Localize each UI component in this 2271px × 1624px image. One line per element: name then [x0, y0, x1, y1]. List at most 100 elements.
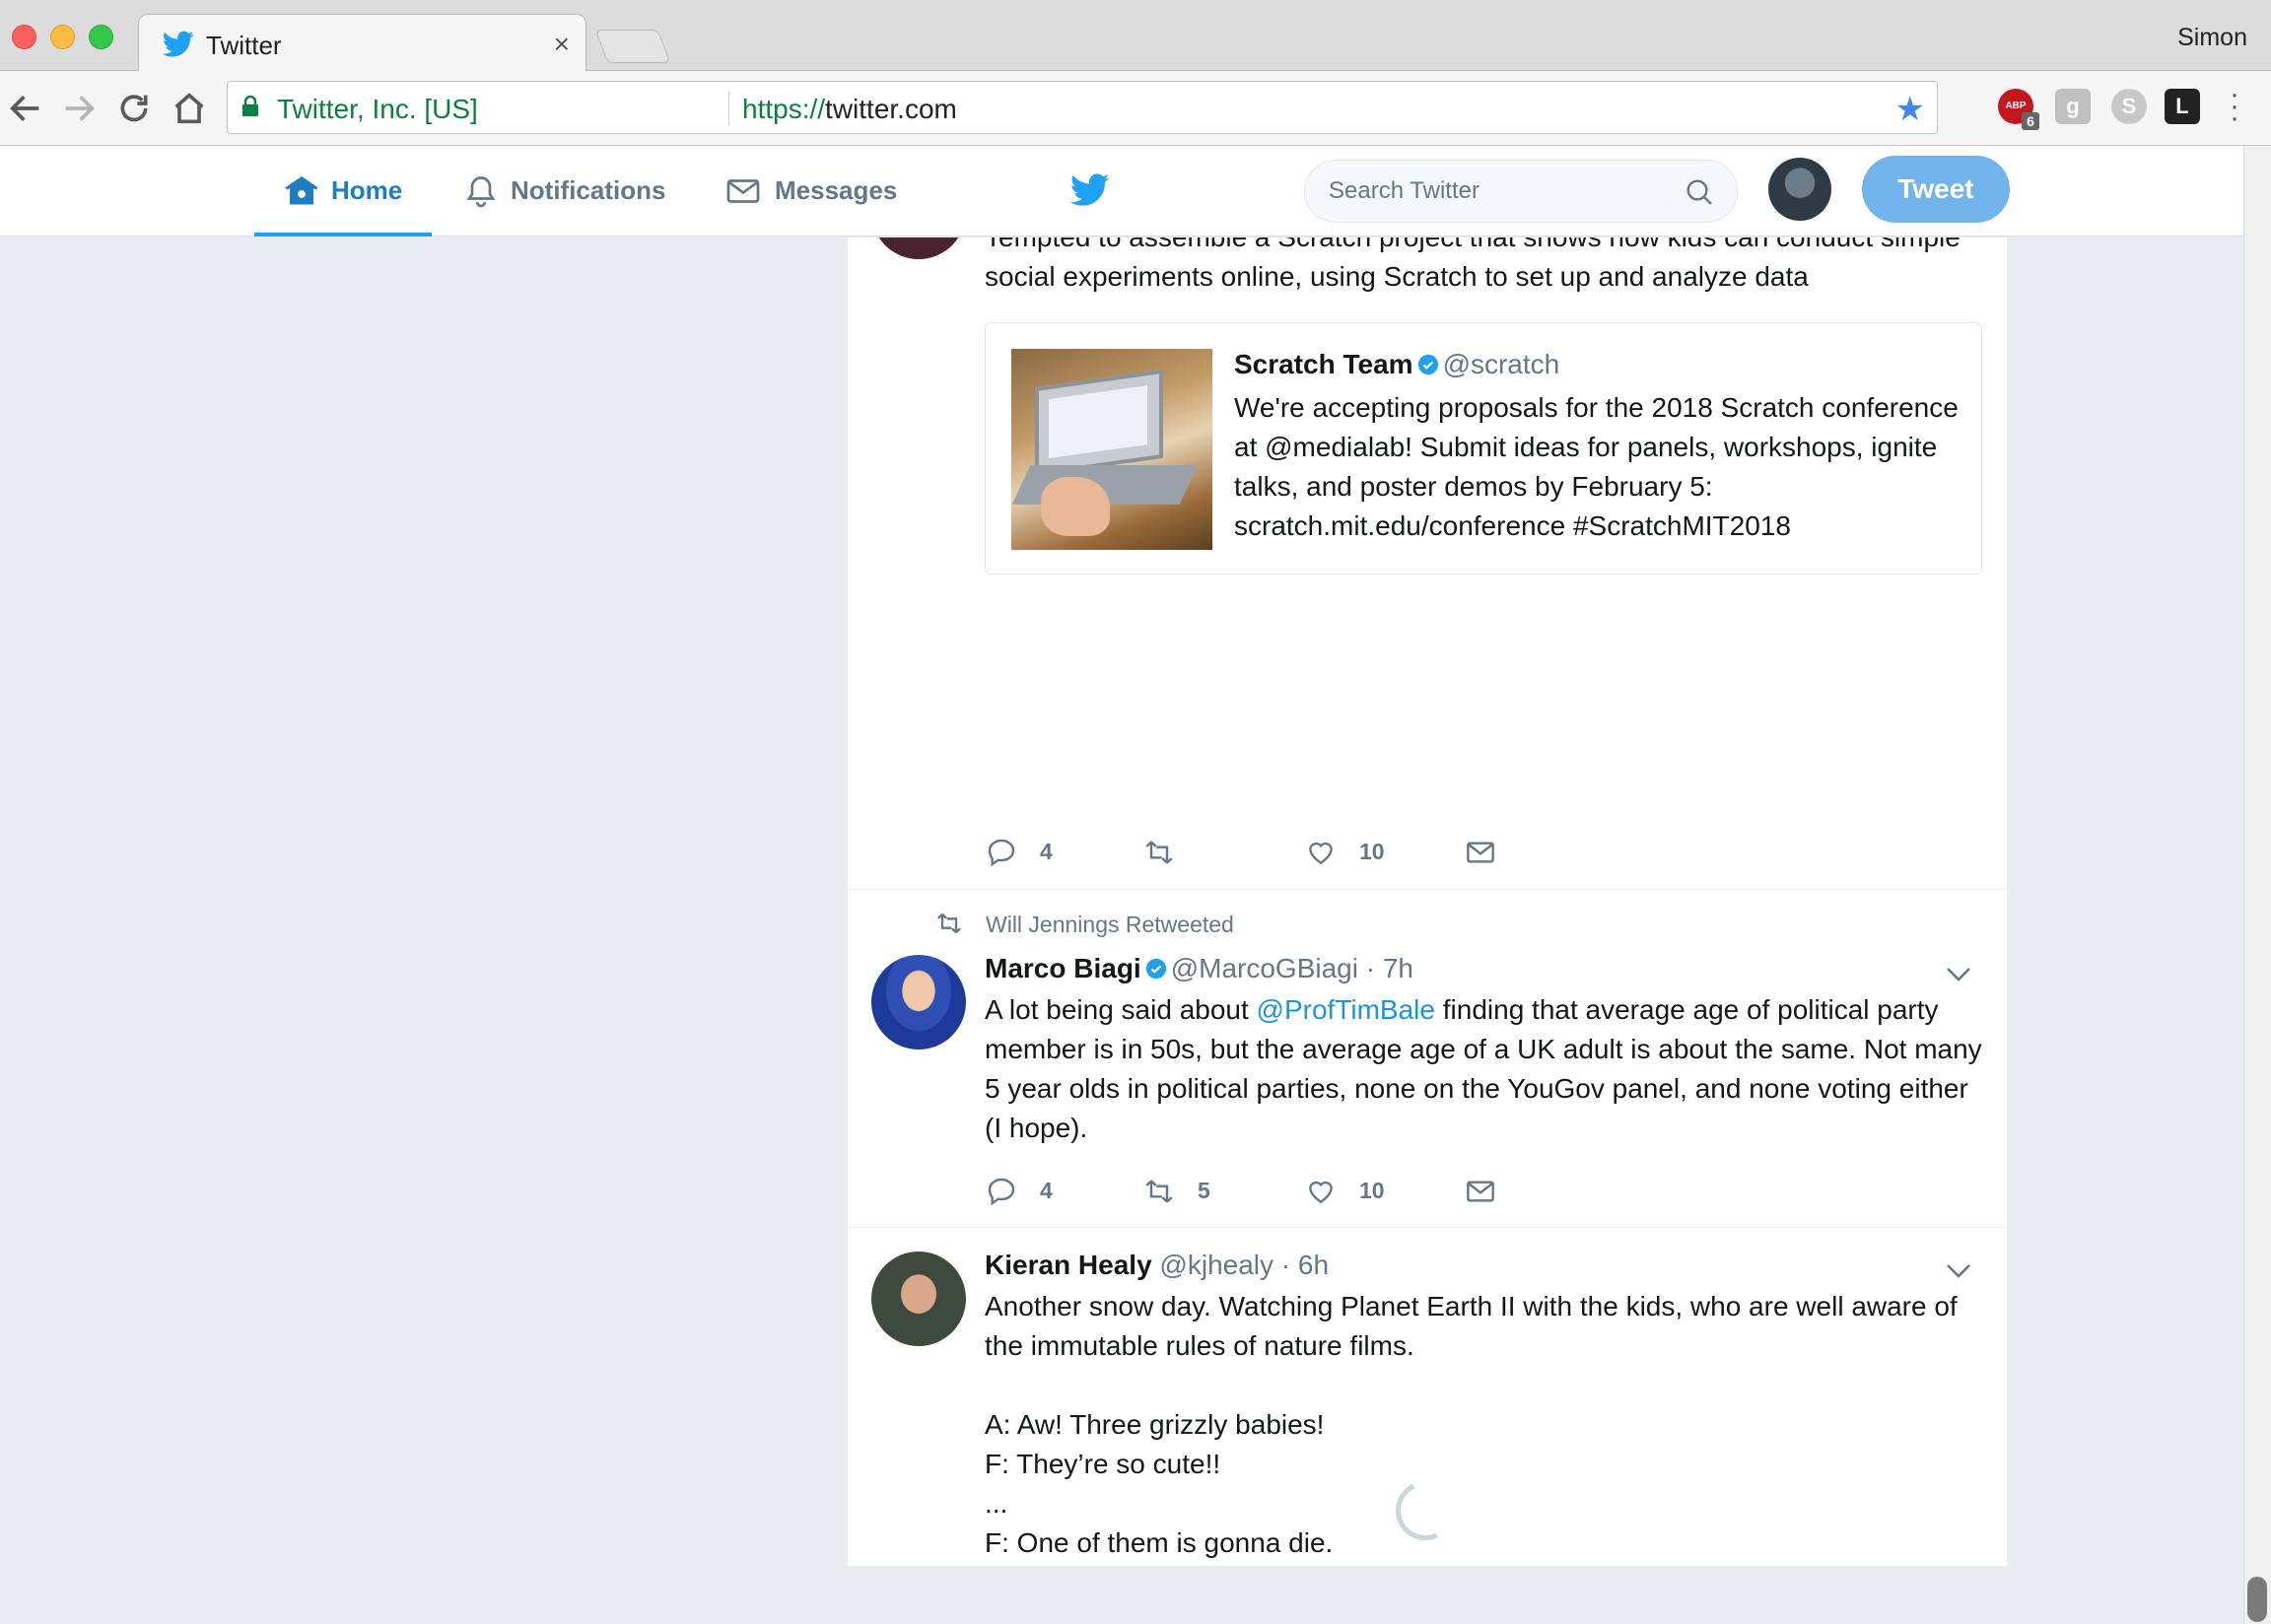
twitter-header: Home Notifications Messages Tweet — [0, 146, 2243, 237]
window-minimize-button[interactable] — [50, 25, 75, 49]
window-close-button[interactable] — [12, 25, 36, 49]
adblock-label: ABP — [2005, 101, 2027, 111]
google-extension-label: g — [2066, 94, 2080, 118]
window-maximize-button[interactable] — [89, 25, 113, 49]
envelope-icon — [1467, 842, 1494, 863]
tweet-avatar[interactable] — [871, 1252, 966, 1346]
twitter-logo-icon[interactable] — [1070, 173, 1110, 207]
chevron-down-icon[interactable] — [1946, 967, 1971, 982]
profile-avatar[interactable] — [1768, 158, 1831, 221]
back-arrow-icon[interactable] — [6, 89, 45, 128]
adblock-plus-icon[interactable]: ABP 6 — [1998, 89, 2039, 130]
lastpass-extension-icon[interactable]: L — [2165, 89, 2200, 124]
tweet-text: A lot being said about @ProfTimBale find… — [985, 990, 1990, 1148]
nav-messages[interactable]: Messages — [725, 146, 923, 237]
quoted-author-name[interactable]: Scratch Team — [1234, 349, 1413, 379]
heart-icon — [1309, 842, 1333, 865]
tweet-avatar[interactable] — [871, 237, 966, 259]
reply-icon — [988, 1178, 1015, 1206]
laptop-screen — [1049, 385, 1147, 459]
site-identity: Twitter, Inc. [US] — [277, 94, 478, 124]
tweet-time[interactable]: · 7h — [1366, 953, 1413, 983]
chevron-down-icon[interactable] — [1946, 1263, 1971, 1279]
like-count: 10 — [1359, 839, 1385, 864]
browser-menu-icon[interactable]: · · · — [2230, 80, 2241, 133]
tweet-time[interactable]: · 6h — [1281, 1250, 1329, 1280]
browser-tab-twitter[interactable]: Twitter × — [138, 14, 586, 72]
omnibox-separator — [728, 92, 729, 125]
author-handle[interactable]: @kjhealy — [1159, 1250, 1273, 1280]
tweet-text: Another snow day. Watching Planet Earth … — [985, 1291, 1958, 1558]
like-count: 10 — [1359, 1178, 1385, 1203]
mention-link[interactable]: @ProfTimBale — [1257, 994, 1435, 1025]
browser-profile-name[interactable]: Simon — [2177, 24, 2247, 52]
retweet-count: 5 — [1198, 1178, 1210, 1203]
secure-lock-icon — [242, 96, 258, 116]
browser-tab-bar: Twitter × Simon — [0, 0, 2271, 72]
twitter-bird-icon — [163, 31, 194, 57]
browser-toolbar: Twitter, Inc. [US] https://twitter.com ★… — [0, 71, 2271, 146]
skype-extension-label: S — [2121, 94, 2137, 118]
tweet-text: Tempted to assemble a Scratch project th… — [985, 237, 1961, 292]
retweet-icon — [1145, 1180, 1173, 1203]
reply-count: 4 — [1040, 839, 1053, 864]
lastpass-extension-label: L — [2175, 94, 2189, 118]
bell-icon — [466, 176, 496, 208]
forward-arrow-icon[interactable] — [59, 89, 99, 128]
scrollbar-thumb[interactable] — [2247, 1577, 2267, 1622]
address-bar[interactable]: Twitter, Inc. [US] https://twitter.com ★ — [227, 81, 1938, 134]
hand-shape — [1041, 477, 1110, 536]
tab-close-icon[interactable]: × — [554, 29, 570, 60]
tweet-button[interactable]: Tweet — [1862, 156, 2010, 223]
quoted-tweet-text: We're accepting proposals for the 2018 S… — [1234, 392, 1959, 541]
retweet-icon — [937, 913, 961, 934]
verified-badge-icon — [1417, 354, 1438, 375]
tweet-actions: 4 10 — [985, 833, 1576, 872]
quoted-tweet[interactable]: Scratch Team @scratch We're accepting pro… — [985, 322, 1982, 575]
author-name[interactable]: Marco Biagi — [985, 953, 1141, 983]
reply-count: 4 — [1040, 1178, 1053, 1203]
home-icon[interactable] — [170, 89, 209, 128]
home-icon — [285, 176, 318, 205]
tweet-actions: 4 5 10 — [985, 1172, 1576, 1211]
tweet-header: Kieran Healy @kjhealy · 6h — [985, 1250, 1329, 1281]
skype-extension-icon[interactable]: S — [2111, 89, 2147, 124]
tweet[interactable]: Tempted to assemble a Scratch project th… — [848, 237, 2007, 890]
search-icon[interactable] — [1684, 176, 1715, 208]
quoted-author-handle[interactable]: @scratch — [1443, 349, 1560, 379]
author-handle[interactable]: @MarcoGBiagi — [1171, 953, 1358, 983]
tweet-text-start: A lot being said about — [985, 994, 1257, 1025]
nav-notifications-label: Notifications — [511, 175, 666, 205]
quoted-tweet-image — [1011, 349, 1212, 550]
reply-icon — [988, 839, 1015, 867]
nav-messages-label: Messages — [775, 175, 898, 205]
tweet[interactable]: Will Jennings Retweeted Marco Biagi @Marc… — [848, 890, 2007, 1228]
nav-notifications[interactable]: Notifications — [463, 146, 680, 237]
envelope-icon — [726, 179, 760, 203]
page-scrollbar[interactable] — [2243, 146, 2271, 1624]
url-text: https://twitter.com — [742, 94, 957, 125]
heart-icon — [1309, 1181, 1333, 1204]
retweeted-by-text[interactable]: Will Jennings Retweeted — [986, 912, 1234, 938]
tweet-avatar[interactable] — [871, 955, 966, 1049]
search-box — [1304, 160, 1738, 223]
nav-home-label: Home — [331, 175, 403, 205]
adblock-badge: 6 — [2022, 112, 2039, 130]
bookmark-star-icon[interactable]: ★ — [1895, 90, 1925, 129]
google-extension-icon[interactable]: g — [2055, 89, 2091, 124]
verified-badge-icon — [1145, 958, 1166, 980]
nav-home[interactable]: Home — [254, 146, 432, 237]
url-scheme: https:// — [742, 94, 826, 124]
author-name[interactable]: Kieran Healy — [985, 1250, 1152, 1280]
retweet-icon — [1145, 841, 1173, 864]
reload-icon[interactable] — [114, 89, 154, 128]
tab-title: Twitter — [206, 31, 282, 60]
tweet-header: Marco Biagi @MarcoGBiagi · 7h — [985, 953, 1413, 984]
quoted-tweet-header: Scratch Team @scratch — [1234, 349, 1559, 380]
url-host: twitter.com — [825, 94, 957, 124]
new-tab-button[interactable] — [594, 30, 671, 63]
envelope-icon — [1467, 1181, 1494, 1202]
search-input[interactable] — [1329, 174, 1664, 208]
timeline: Tempted to assemble a Scratch project th… — [848, 237, 2007, 1566]
laptop-shape — [1035, 369, 1163, 477]
